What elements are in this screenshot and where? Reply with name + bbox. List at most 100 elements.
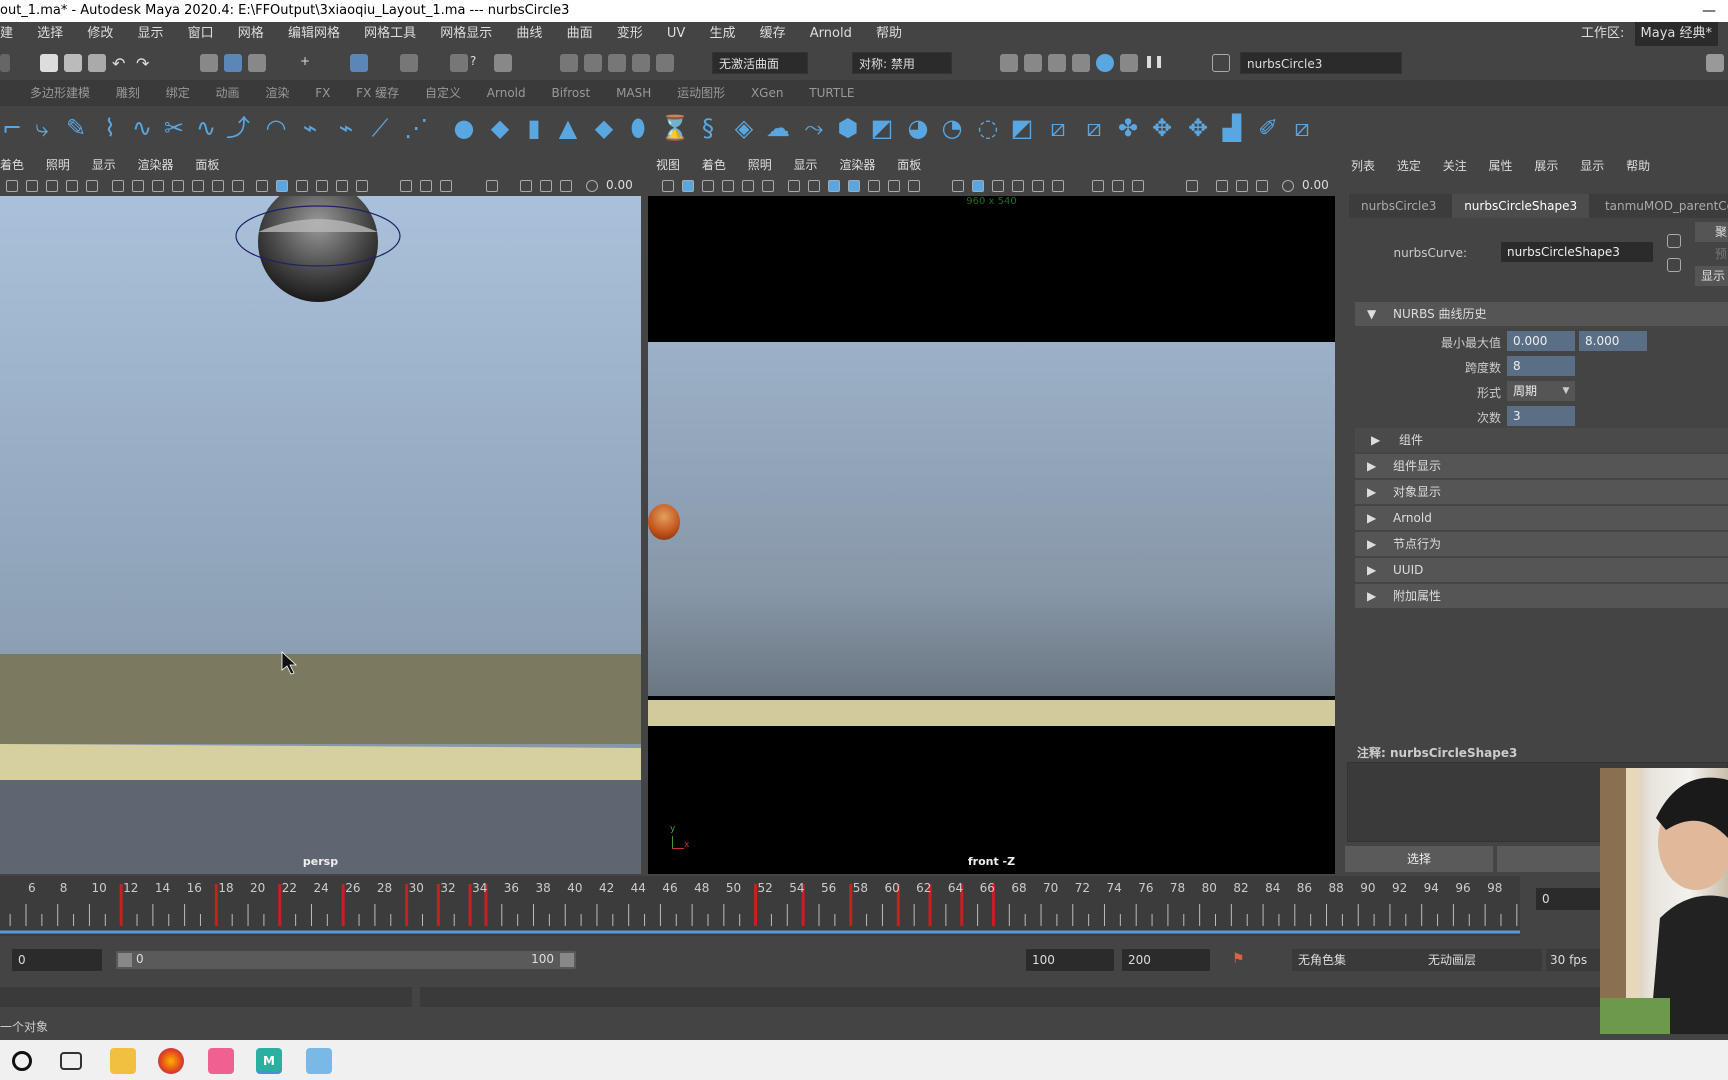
attach-surfaces-icon[interactable]: ⧄ <box>1082 116 1106 140</box>
xray-joints-icon[interactable] <box>540 180 552 192</box>
range-slider[interactable]: 0 100 <box>116 951 576 969</box>
nurbs-cube-icon[interactable]: ◆ <box>488 116 512 140</box>
front-gate-mask-icon[interactable] <box>848 180 860 192</box>
animation-end-field[interactable]: 200 <box>1122 949 1210 971</box>
ambient-occlusion-icon[interactable] <box>400 180 412 192</box>
select-joints-icon[interactable] <box>400 54 418 72</box>
front-wireframe-icon[interactable] <box>952 180 964 192</box>
snap-to-view-plane-icon[interactable] <box>632 54 650 72</box>
make-live-icon[interactable] <box>656 54 674 72</box>
ae-show-button[interactable]: 显示 <box>1695 266 1728 286</box>
range-end-handle[interactable] <box>560 953 574 967</box>
save-scene-icon[interactable] <box>88 54 106 72</box>
cv-curve-tool-icon[interactable]: ⌐ <box>0 116 24 140</box>
nurbs-cone-icon[interactable]: ▲ <box>556 116 580 140</box>
front-xray-icon[interactable] <box>1216 180 1228 192</box>
front-motion-blur-icon[interactable] <box>1112 180 1124 192</box>
circle-curve-icon[interactable]: ◠ <box>264 116 288 140</box>
ae-menu-focus[interactable]: 关注 <box>1443 156 1467 176</box>
maya-icon[interactable]: M <box>256 1048 282 1074</box>
form-dropdown-arrow-icon[interactable]: ▼ <box>1557 381 1575 401</box>
shadows-icon[interactable] <box>356 180 368 192</box>
menu-item-mesh-display[interactable]: 网格显示 <box>440 22 492 46</box>
curve-edit-icon[interactable]: ⟋ <box>368 116 392 140</box>
bilibili-icon[interactable] <box>208 1048 234 1074</box>
select-curves-icon[interactable] <box>450 54 468 72</box>
sidebar-toggle-icon[interactable] <box>1212 54 1230 72</box>
menuset-dropdown-icon[interactable] <box>0 54 10 72</box>
orange-ball-object[interactable] <box>648 504 680 540</box>
minimize-button[interactable]: — <box>1702 0 1716 22</box>
surface-fillet-icon[interactable]: ⧄ <box>1290 116 1314 140</box>
time-slider[interactable]: 6 8 10 12 14 16 18 20 22 24 26 28 30 32 34 36 38 40 42 44 46… <box>0 876 1520 936</box>
ae-menu-attributes[interactable]: 属性 <box>1489 156 1513 176</box>
front-shadows-icon[interactable] <box>1052 180 1064 192</box>
snap-to-curve-icon[interactable] <box>584 54 602 72</box>
camera-attributes-icon[interactable] <box>26 180 38 192</box>
front-wireframe-on-shaded-icon[interactable] <box>992 180 1004 192</box>
loft-icon[interactable]: § <box>696 116 720 140</box>
shelf-tab-fx[interactable]: FX <box>315 80 330 106</box>
extend-curve-icon[interactable]: ⤴ <box>226 116 250 140</box>
settings-toggle-icon[interactable] <box>1706 54 1724 72</box>
menu-item-surfaces[interactable]: 曲面 <box>567 22 593 46</box>
camera-select-icon[interactable] <box>6 180 18 192</box>
section-components[interactable]: ▶ 组件 <box>1355 428 1728 452</box>
attach-curve-icon[interactable]: ∿ <box>194 116 218 140</box>
menu-item-mesh-tools[interactable]: 网格工具 <box>364 22 416 46</box>
front-grease-pencil-icon[interactable] <box>762 180 774 192</box>
xray-icon[interactable] <box>520 180 532 192</box>
film-gate-icon[interactable] <box>132 180 144 192</box>
menu-item-deform[interactable]: 变形 <box>617 22 643 46</box>
front-anti-aliasing-icon[interactable] <box>1132 180 1144 192</box>
mel-input[interactable] <box>0 987 412 1007</box>
firefox-icon[interactable] <box>158 1048 184 1074</box>
planar-icon[interactable]: ◈ <box>732 116 756 140</box>
image-plane-icon[interactable] <box>66 180 78 192</box>
focus-node-icon[interactable] <box>1667 234 1681 248</box>
menu-item-display[interactable]: 显示 <box>137 22 163 46</box>
sculpt-geometry-icon[interactable]: ✐ <box>1256 116 1280 140</box>
section-uuid[interactable]: ▶ UUID <box>1355 558 1728 582</box>
front-ambient-occlusion-icon[interactable] <box>1092 180 1104 192</box>
section-object-display[interactable]: ▶ 对象显示 <box>1355 480 1728 504</box>
shelf-tab-arnold[interactable]: Arnold <box>487 80 526 106</box>
nurbs-cylinder-icon[interactable]: ▮ <box>522 116 546 140</box>
birail-icon[interactable]: ⤳ <box>802 116 826 140</box>
square-surface-icon[interactable]: ◩ <box>870 116 894 140</box>
offset-curve-icon[interactable]: ⌁ <box>298 116 322 140</box>
current-frame-field[interactable]: 0 <box>1536 888 1600 910</box>
persp-menu-renderer[interactable]: 渲染器 <box>138 155 174 175</box>
shelf-tab-xgen[interactable]: XGen <box>751 80 784 106</box>
project-curve-icon[interactable]: ◔ <box>940 116 964 140</box>
select-by-hierarchy-icon[interactable] <box>200 54 218 72</box>
use-all-lights-icon[interactable] <box>336 180 348 192</box>
menu-item-edit-mesh[interactable]: 编辑网格 <box>288 22 340 46</box>
shelf-tab-custom[interactable]: 自定义 <box>425 80 461 106</box>
form-dropdown[interactable]: 周期 <box>1507 381 1557 401</box>
range-start-handle[interactable] <box>118 953 132 967</box>
isolate-select-icon[interactable] <box>486 180 498 192</box>
front-xray-joints-icon[interactable] <box>1236 180 1248 192</box>
ae-presets-button[interactable]: 预 <box>1695 244 1728 264</box>
hypershade-icon[interactable] <box>1072 54 1090 72</box>
align-surfaces-icon[interactable]: ✥ <box>1150 116 1174 140</box>
section-arnold[interactable]: ▶ Arnold <box>1355 506 1728 530</box>
ae-focus-button[interactable]: 聚 <box>1695 222 1728 242</box>
render-view-icon[interactable] <box>1096 54 1114 72</box>
front-textured-icon[interactable] <box>1012 180 1024 192</box>
shelf-tab-sculpting[interactable]: 雕刻 <box>116 80 140 106</box>
quick-rename-field[interactable]: nurbsCircle3 <box>1240 52 1402 74</box>
render-settings-icon[interactable] <box>1048 54 1066 72</box>
smooth-shade-icon[interactable] <box>276 180 288 192</box>
shelf-tab-motion-graphics[interactable]: 运动图形 <box>677 80 725 106</box>
snap-to-grid-icon[interactable] <box>560 54 578 72</box>
shelf-tab-rendering[interactable]: 渲染 <box>265 80 289 106</box>
revolve-icon[interactable]: ⌛ <box>660 116 690 140</box>
live-surface-field[interactable]: 无激活曲面 <box>712 52 808 74</box>
front-xray-components-icon[interactable] <box>1256 180 1268 192</box>
animation-start-field[interactable]: 0 <box>12 949 102 971</box>
exposure-icon[interactable] <box>586 180 598 192</box>
exposure-value[interactable]: 0.00 <box>606 178 633 192</box>
menu-item-mesh[interactable]: 网格 <box>238 22 264 46</box>
